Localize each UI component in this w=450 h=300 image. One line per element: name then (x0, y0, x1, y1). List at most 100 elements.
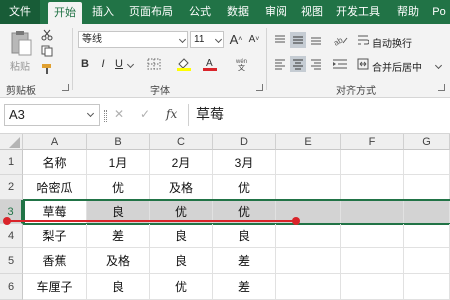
cell-e5[interactable] (276, 248, 341, 274)
cell-a1[interactable]: 名称 (23, 150, 87, 175)
column-header-d[interactable]: D (213, 134, 276, 150)
cell-d2[interactable]: 优 (213, 175, 276, 200)
tab-data[interactable]: 数据 (222, 0, 254, 24)
tab-view[interactable]: 视图 (296, 0, 328, 24)
row-header-6[interactable]: 6 (0, 274, 23, 300)
worksheet-grid[interactable]: A B C D E F G 1 名称 1月 2月 3月 2 哈密瓜 优 及格 优… (0, 134, 450, 300)
cell-e1[interactable] (276, 150, 341, 175)
clipboard-launcher-icon[interactable] (62, 84, 69, 91)
cell-f4[interactable] (341, 224, 404, 248)
column-header-b[interactable]: B (87, 134, 150, 150)
formula-input[interactable]: 草莓 (196, 104, 224, 124)
cell-b1[interactable]: 1月 (87, 150, 150, 175)
shrink-font-button[interactable]: A ˅ (246, 31, 262, 48)
grow-font-button[interactable]: A ˄ (228, 31, 244, 48)
cell-b2[interactable]: 优 (87, 175, 150, 200)
row-header-5[interactable]: 5 (0, 248, 23, 274)
column-header-c[interactable]: C (150, 134, 213, 150)
cell-f2[interactable] (341, 175, 404, 200)
column-header-f[interactable]: F (341, 134, 404, 150)
chevron-down-icon[interactable] (126, 60, 134, 68)
svg-text:文: 文 (238, 63, 245, 71)
align-top-icon[interactable] (272, 32, 288, 48)
cell-a6[interactable]: 车厘子 (23, 274, 87, 300)
ribbon: 粘贴 剪贴板 等线 11 A ˄ A ˅ B I U A wén 文 字体 ab… (0, 24, 450, 98)
wrap-text-button[interactable]: 自动换行 (372, 35, 412, 50)
indent-icon[interactable] (330, 56, 350, 72)
column-header-a[interactable]: A (23, 134, 87, 150)
tab-file[interactable]: 文件 (0, 0, 40, 24)
cell-d5[interactable]: 差 (213, 248, 276, 274)
bold-button[interactable]: B (78, 56, 92, 72)
alignment-launcher-icon[interactable] (438, 84, 445, 91)
tab-insert[interactable]: 插入 (88, 0, 118, 24)
format-painter-icon[interactable] (40, 62, 54, 76)
italic-button[interactable]: I (96, 56, 110, 72)
merge-center-button[interactable]: 合并后居中 (372, 59, 422, 74)
font-size-dropdown[interactable]: 11 (190, 31, 224, 48)
alignment-group-label: 对齐方式 (336, 86, 376, 97)
tab-page-layout[interactable]: 页面布局 (124, 0, 178, 24)
align-right-icon[interactable] (308, 56, 324, 72)
orientation-icon[interactable]: ab (330, 32, 352, 48)
tab-review[interactable]: 审阅 (260, 0, 292, 24)
cell-c6[interactable]: 优 (150, 274, 213, 300)
grow-font-label: A (229, 32, 239, 47)
align-middle-icon[interactable] (290, 32, 306, 48)
row-header-1[interactable]: 1 (0, 150, 23, 175)
underline-button[interactable]: U (112, 56, 126, 72)
cell-c1[interactable]: 2月 (150, 150, 213, 175)
cell-f5[interactable] (341, 248, 404, 274)
chevron-down-icon[interactable] (86, 109, 95, 118)
chevron-down-icon[interactable] (434, 61, 442, 69)
borders-icon[interactable] (144, 56, 164, 72)
cell-g2[interactable] (404, 175, 450, 200)
cell-f1[interactable] (341, 150, 404, 175)
ribbon-tab-bar: 文件 开始 插入 页面布局 公式 数据 审阅 视图 开发工具 帮助 Po (0, 0, 450, 24)
merge-center-icon[interactable] (356, 56, 370, 72)
cell-e2[interactable] (276, 175, 341, 200)
cell-b6[interactable]: 良 (87, 274, 150, 300)
svg-text:A: A (206, 58, 213, 69)
phonetic-guide-icon[interactable]: wén 文 (232, 56, 254, 72)
cell-d1[interactable]: 3月 (213, 150, 276, 175)
cell-d6[interactable]: 差 (213, 274, 276, 300)
align-bottom-icon[interactable] (308, 32, 324, 48)
tab-power-pivot[interactable]: Po (428, 0, 450, 24)
cell-f6[interactable] (341, 274, 404, 300)
align-center-icon[interactable] (290, 56, 306, 72)
copy-icon[interactable] (40, 44, 54, 58)
tab-home[interactable]: 开始 (48, 2, 82, 24)
fill-color-icon[interactable] (174, 56, 194, 72)
insert-function-icon[interactable]: fx (166, 107, 177, 121)
enter-icon[interactable]: ✓ (140, 107, 150, 121)
font-size-value: 11 (194, 34, 205, 45)
cell-g5[interactable] (404, 248, 450, 274)
resize-handle[interactable] (104, 110, 107, 122)
cell-c5[interactable]: 良 (150, 248, 213, 274)
cell-g1[interactable] (404, 150, 450, 175)
tab-developer[interactable]: 开发工具 (332, 0, 384, 24)
cell-e6[interactable] (276, 274, 341, 300)
cell-a5[interactable]: 香蕉 (23, 248, 87, 274)
paste-icon[interactable] (6, 28, 36, 58)
cell-c2[interactable]: 及格 (150, 175, 213, 200)
cell-g4[interactable] (404, 224, 450, 248)
font-launcher-icon[interactable] (256, 84, 263, 91)
row-header-2[interactable]: 2 (0, 175, 23, 200)
cell-b5[interactable]: 及格 (87, 248, 150, 274)
tab-formulas[interactable]: 公式 (184, 0, 216, 24)
font-color-icon[interactable]: A (200, 56, 220, 72)
name-box[interactable]: A3 (4, 104, 100, 126)
column-header-g[interactable]: G (404, 134, 450, 150)
font-name-dropdown[interactable]: 等线 (78, 31, 188, 48)
tab-help[interactable]: 帮助 (392, 0, 424, 24)
cell-g6[interactable] (404, 274, 450, 300)
column-header-e[interactable]: E (276, 134, 341, 150)
cut-icon[interactable] (40, 28, 54, 42)
cell-a2[interactable]: 哈密瓜 (23, 175, 87, 200)
cancel-icon[interactable]: ✕ (114, 107, 124, 121)
wrap-text-icon[interactable] (356, 32, 370, 48)
select-all-corner[interactable] (0, 134, 23, 150)
align-left-icon[interactable] (272, 56, 288, 72)
